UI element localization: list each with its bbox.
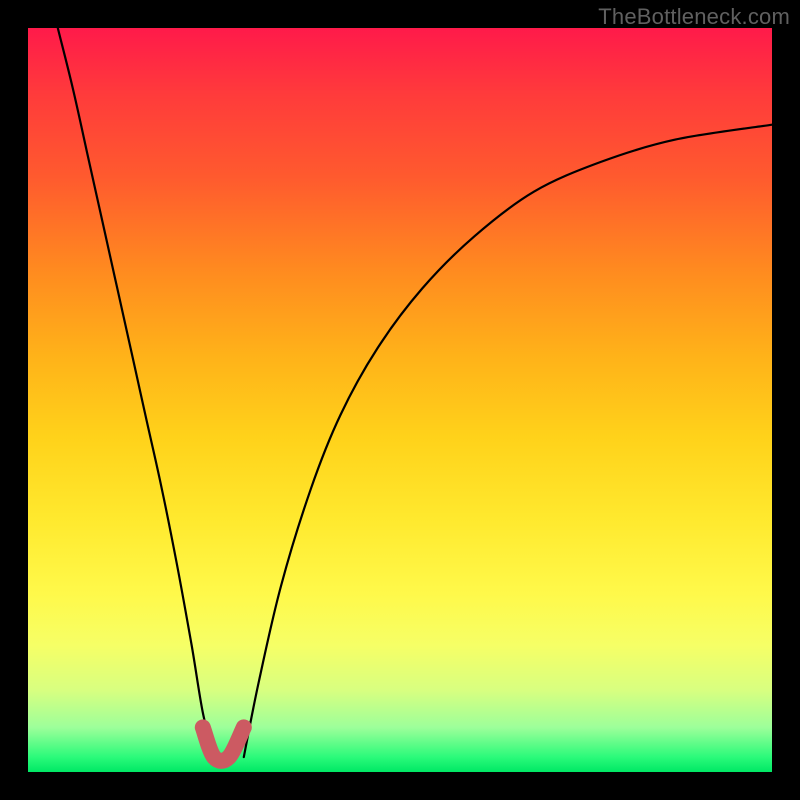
curve-right [244,125,772,757]
plot-area [28,28,772,772]
optimal-bump [203,727,244,760]
curve-layer [28,28,772,772]
chart-frame: TheBottleneck.com [0,0,800,800]
watermark-text: TheBottleneck.com [598,4,790,30]
curve-left [58,28,214,757]
